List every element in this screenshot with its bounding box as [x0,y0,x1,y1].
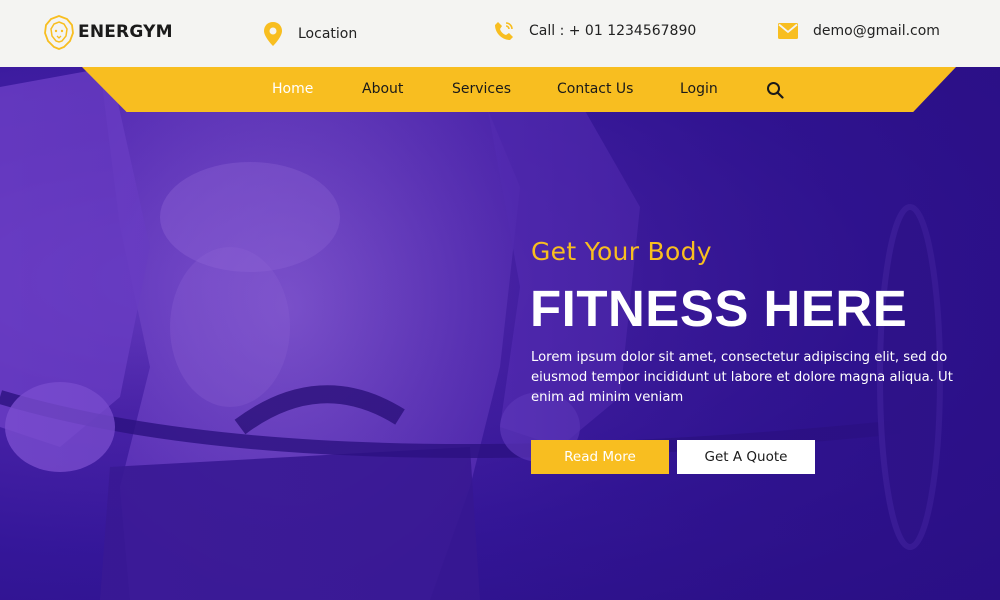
brand-logo[interactable]: ENERGYM [43,14,173,50]
contact-phone[interactable]: Call : + 01 1234567890 [493,0,696,64]
contact-email[interactable]: demo@gmail.com [777,0,940,64]
hero-kicker: Get Your Body [531,237,712,266]
top-bar: ENERGYM Location Call : + 01 1234567890 … [0,0,1000,67]
nav-item-services[interactable]: Services [452,67,511,112]
email-text: demo@gmail.com [813,22,940,39]
search-icon[interactable] [766,81,784,99]
nav-item-home[interactable]: Home [272,67,313,112]
brand-name: ENERGYM [78,22,173,42]
phone-icon [493,20,515,42]
read-more-button[interactable]: Read More [531,440,669,474]
contact-location[interactable]: Location [262,0,357,67]
main-nav: Home About Services Contact Us Login [0,67,1000,112]
envelope-icon [777,20,799,42]
map-pin-icon [262,21,284,46]
nav-item-login[interactable]: Login [680,67,718,112]
location-text: Location [298,25,358,42]
phone-text: Call : + 01 1234567890 [529,22,697,39]
get-a-quote-button[interactable]: Get A Quote [677,440,815,474]
hero-headline: FITNESS HERE [530,280,908,337]
nav-item-contact-us[interactable]: Contact Us [557,67,633,112]
nav-item-about[interactable]: About [362,67,403,112]
lion-icon [44,15,74,50]
hero-description: Lorem ipsum dolor sit amet, consectetur … [531,350,953,405]
